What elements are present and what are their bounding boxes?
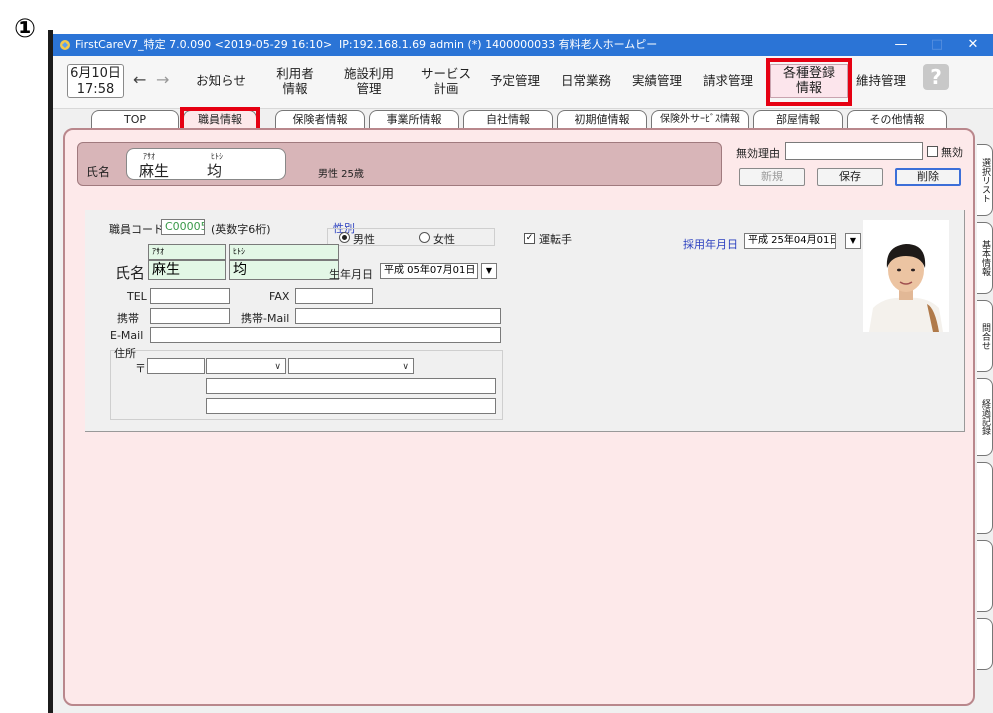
- address-line2-input[interactable]: [206, 398, 496, 414]
- hire-date-label: 採用年月日: [683, 238, 738, 251]
- side-tab-empty-2[interactable]: [977, 540, 993, 612]
- menu-notice[interactable]: お知らせ: [195, 64, 247, 98]
- menu-billing[interactable]: 請求管理: [700, 64, 756, 98]
- mobile-mail-label: 携帯-Mail: [241, 312, 290, 325]
- back-arrow-icon[interactable]: ←: [133, 70, 146, 89]
- save-button[interactable]: 保存: [817, 168, 883, 186]
- menu-daily[interactable]: 日常業務: [558, 64, 614, 98]
- menu-schedule[interactable]: 予定管理: [487, 64, 543, 98]
- tab-default-info[interactable]: 初期値情報: [557, 110, 647, 128]
- city-chevron-down-icon: ∨: [402, 362, 409, 372]
- tab-top[interactable]: TOP: [91, 110, 179, 128]
- tel-label: TEL: [127, 290, 147, 303]
- address-label: 住所: [114, 347, 136, 360]
- title-bar: FirstCareV7_特定 7.0.090 <2019-05-29 16:10…: [53, 34, 993, 56]
- app-icon: [60, 40, 70, 50]
- header-gender-age: 男性 25歳: [318, 169, 364, 180]
- staff-header: 氏名 ｱｻｵ ﾋﾄｼ 麻生 均 男性 25歳: [77, 142, 722, 186]
- menu-bar: 6月10日 17:58 ← → お知らせ 利用者 情報 施設利用 管理 サービス 計画…: [53, 56, 993, 109]
- app-title: FirstCareV7_特定 7.0.090 <2019-05-29 16:10…: [75, 38, 333, 51]
- side-tab-inquiry[interactable]: 問合せ: [977, 300, 993, 372]
- help-icon[interactable]: ?: [923, 64, 949, 90]
- maximize-icon[interactable]: □: [919, 34, 955, 56]
- side-tab-progress-record[interactable]: 経過記録: [977, 378, 993, 456]
- side-tab-selection-list[interactable]: 選択リスト: [977, 144, 993, 216]
- invalid-reason-label: 無効理由: [736, 147, 780, 160]
- fax-label: FAX: [269, 290, 290, 303]
- menu-facility[interactable]: 施設利用 管理: [341, 64, 397, 98]
- highlight-menu-registration: [766, 58, 852, 106]
- hire-date-input[interactable]: 平成 25年04月01日: [744, 233, 836, 249]
- delete-button[interactable]: 削除: [895, 168, 961, 186]
- gender-female-radio[interactable]: [419, 232, 430, 243]
- invalid-checkbox[interactable]: [927, 146, 938, 157]
- time-text: 17:58: [76, 82, 115, 97]
- menu-results[interactable]: 実績管理: [629, 64, 685, 98]
- mobile-input[interactable]: [150, 308, 230, 324]
- tab-other-info[interactable]: その他情報: [847, 110, 947, 128]
- driver-label: 運転手: [539, 233, 572, 246]
- gender-male-label: 男性: [353, 233, 375, 246]
- step-marker: ①: [14, 14, 37, 44]
- first-name-input[interactable]: 均: [229, 260, 339, 280]
- kana-last-input[interactable]: ｱｻｵ: [148, 244, 226, 260]
- hire-date-dropdown-icon[interactable]: ▼: [845, 233, 861, 249]
- staff-code-label: 職員コード: [109, 223, 164, 236]
- close-icon[interactable]: ✕: [955, 34, 991, 56]
- staff-code-hint: (英数字6桁): [211, 223, 271, 236]
- tel-input[interactable]: [150, 288, 230, 304]
- menu-service-plan[interactable]: サービス 計画: [420, 64, 472, 98]
- driver-checkbox[interactable]: ✓: [524, 233, 535, 244]
- header-first-name: 均: [207, 162, 223, 180]
- last-name-input[interactable]: 麻生: [148, 260, 226, 280]
- city-select[interactable]: ∨: [288, 358, 414, 374]
- gender-female-label: 女性: [433, 233, 455, 246]
- staff-code-input[interactable]: C00005: [161, 219, 205, 235]
- birth-date-input[interactable]: 平成 05年07月01日: [380, 263, 478, 279]
- fax-input[interactable]: [295, 288, 373, 304]
- app-window: FirstCareV7_特定 7.0.090 <2019-05-29 16:10…: [53, 34, 993, 713]
- date-text: 6月10日: [70, 66, 121, 81]
- tab-room-info[interactable]: 部屋情報: [753, 110, 843, 128]
- postal-label: 〒: [135, 362, 146, 375]
- invalid-reason-input[interactable]: [785, 142, 923, 160]
- connection-info: IP:192.168.1.69 admin (*) 1400000033 有料老…: [339, 38, 658, 51]
- tab-company-info[interactable]: 自社情報: [463, 110, 553, 128]
- postal-input[interactable]: [147, 358, 205, 374]
- header-name-box: ｱｻｵ ﾋﾄｼ 麻生 均: [126, 148, 286, 180]
- mobile-label: 携帯: [117, 312, 139, 325]
- kana-first-input[interactable]: ﾋﾄｼ: [229, 244, 339, 260]
- address-line1-input[interactable]: [206, 378, 496, 394]
- datetime-display: 6月10日 17:58: [67, 64, 124, 98]
- email-input[interactable]: [150, 327, 501, 343]
- invalid-label: 無効: [941, 146, 963, 159]
- tab-office-info[interactable]: 事業所情報: [369, 110, 459, 128]
- staff-photo: [863, 220, 949, 332]
- tab-extra-service-info[interactable]: 保険外サｰﾋﾞｽ情報: [651, 110, 749, 128]
- side-tab-basic-info[interactable]: 基本情報: [977, 222, 993, 294]
- side-tab-empty-1[interactable]: [977, 462, 993, 534]
- forward-arrow-icon[interactable]: →: [156, 70, 169, 89]
- email-label: E-Mail: [110, 329, 144, 342]
- gender-male-radio[interactable]: [339, 232, 350, 243]
- mobile-mail-input[interactable]: [295, 308, 501, 324]
- menu-maintenance[interactable]: 維持管理: [853, 64, 909, 98]
- name-label: 氏名: [115, 264, 146, 282]
- tab-insurer-info[interactable]: 保険者情報: [275, 110, 365, 128]
- prefecture-chevron-down-icon: ∨: [274, 362, 281, 372]
- prefecture-select[interactable]: ∨: [206, 358, 286, 374]
- side-tab-empty-3[interactable]: [977, 618, 993, 670]
- minimize-icon[interactable]: —: [883, 34, 919, 56]
- header-name-label: 氏名: [86, 165, 111, 179]
- new-button[interactable]: 新規: [739, 168, 805, 186]
- staff-photo-image: [863, 220, 949, 332]
- menu-user-info[interactable]: 利用者 情報: [275, 64, 315, 98]
- header-last-name: 麻生: [139, 162, 170, 180]
- birth-date-dropdown-icon[interactable]: ▼: [481, 263, 497, 279]
- birth-date-label: 生年月日: [329, 268, 373, 281]
